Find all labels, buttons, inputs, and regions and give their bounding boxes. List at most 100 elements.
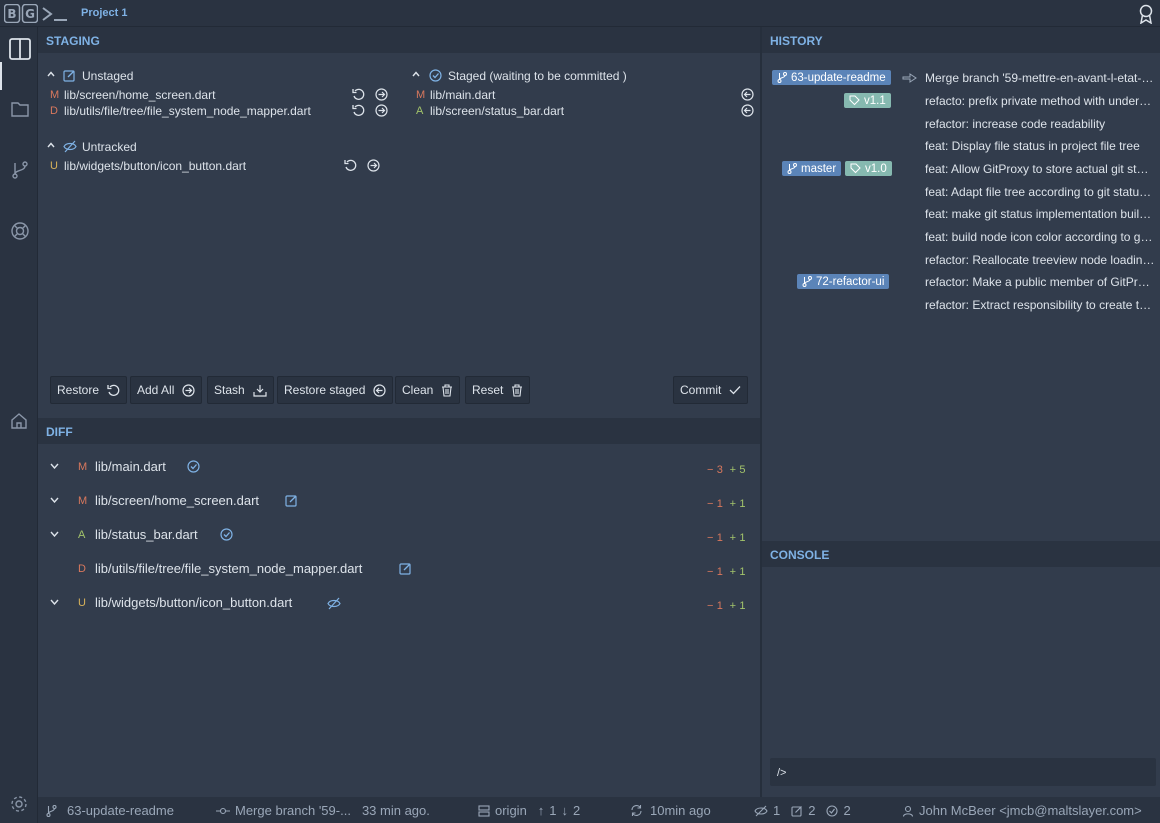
- minus-sign: −: [707, 498, 714, 510]
- chevron-down-icon[interactable]: [50, 463, 59, 469]
- git-branch-icon: [802, 276, 812, 287]
- chevron-down-icon[interactable]: [50, 599, 59, 605]
- discard-icon[interactable]: [344, 159, 357, 172]
- diff-file-path[interactable]: lib/main.dart: [95, 459, 166, 474]
- status-user[interactable]: John McBeer <jmcb@maltslayer.com>: [902, 803, 1142, 818]
- branch-chip[interactable]: master: [782, 161, 842, 176]
- collapse-staged-icon[interactable]: [412, 71, 420, 77]
- commit-button[interactable]: Commit: [673, 376, 749, 404]
- discard-icon[interactable]: [352, 104, 365, 117]
- diff-file-path[interactable]: lib/widgets/button/icon_button.dart: [95, 595, 292, 610]
- unstaged-file[interactable]: lib/screen/home_screen.dart: [64, 88, 215, 102]
- lines-removed: 1: [716, 532, 723, 544]
- check-circle-icon: [826, 804, 839, 817]
- reset-button[interactable]: Reset: [465, 376, 531, 404]
- stage-file-icon[interactable]: [367, 159, 380, 172]
- chevron-down-icon[interactable]: [50, 497, 59, 503]
- discard-icon[interactable]: [352, 88, 365, 101]
- staging-view-icon[interactable]: [9, 38, 31, 60]
- untracked-file[interactable]: lib/widgets/button/icon_button.dart: [64, 159, 246, 173]
- edit-icon: [791, 805, 803, 817]
- stage-file-icon[interactable]: [375, 88, 388, 101]
- status-behind: 2: [573, 803, 581, 818]
- commit-message[interactable]: refactor: increase code readability: [925, 117, 1155, 131]
- plus-sign: +: [729, 532, 737, 544]
- minus-sign: −: [707, 464, 714, 476]
- lifebuoy-icon[interactable]: [10, 221, 30, 241]
- commit-message[interactable]: refactor: Extract responsibility to crea…: [925, 298, 1155, 312]
- status-modified-count: 2: [808, 803, 816, 818]
- git-branch-icon[interactable]: [11, 161, 29, 179]
- commit-message[interactable]: Merge branch '59-mettre-en-avant-l-etat-…: [925, 71, 1155, 85]
- status-branch[interactable]: 63-update-readme: [46, 803, 174, 818]
- unstaged-file[interactable]: lib/utils/file/tree/file_system_node_map…: [64, 104, 311, 118]
- diff-file-path[interactable]: lib/screen/home_screen.dart: [95, 493, 259, 508]
- plus-sign: +: [729, 600, 737, 612]
- collapse-unstaged-icon[interactable]: [47, 71, 55, 77]
- panel-divider[interactable]: [760, 27, 762, 797]
- lines-added: 1: [739, 566, 746, 578]
- restore-button[interactable]: Restore: [50, 376, 128, 404]
- status-last-commit[interactable]: Merge branch '59-... 33 min ago.: [216, 803, 430, 818]
- award-icon[interactable]: [1137, 4, 1155, 24]
- diff-stats: − 1 + 1: [707, 598, 745, 612]
- status-ahead: 1: [549, 803, 557, 818]
- status-untracked-count: 1: [773, 803, 781, 818]
- collapse-untracked-icon[interactable]: [47, 142, 55, 148]
- branch-chip[interactable]: 72-refactor-ui: [797, 274, 890, 289]
- project-title: Project 1: [81, 7, 128, 19]
- status-fetch[interactable]: 10min ago: [630, 803, 711, 818]
- active-indicator: [0, 62, 2, 90]
- plus-sign: +: [729, 566, 737, 578]
- eye-off-icon: [754, 805, 768, 816]
- status-remote[interactable]: origin ↑ 1 ↓ 2: [478, 803, 580, 818]
- check-circle-icon: [429, 69, 442, 82]
- unstage-file-icon[interactable]: [741, 88, 754, 101]
- commit-message[interactable]: refactor: Make a public member of GitPro…: [925, 275, 1155, 289]
- lines-added: 1: [739, 532, 746, 544]
- history-header: HISTORY: [762, 27, 1160, 53]
- commit-message[interactable]: refacto: prefix private method with unde…: [925, 94, 1155, 108]
- staged-file[interactable]: lib/screen/status_bar.dart: [430, 104, 564, 118]
- staged-file[interactable]: lib/main.dart: [430, 88, 495, 102]
- commit-message[interactable]: feat: Display file status in project fil…: [925, 139, 1155, 153]
- restore-staged-label: Restore staged: [284, 383, 366, 397]
- restore-staged-button[interactable]: Restore staged: [277, 376, 394, 404]
- status-fetch-time: 10min ago: [650, 803, 711, 818]
- arrow-up-icon: ↑: [537, 803, 545, 818]
- commit-message[interactable]: feat: Adapt file tree according to git s…: [925, 185, 1155, 199]
- branch-name: master: [801, 162, 837, 175]
- tag-chip[interactable]: v1.0: [845, 161, 892, 176]
- diff-stats: − 3 + 5: [707, 462, 745, 476]
- commit-message[interactable]: feat: build node icon color according to…: [925, 230, 1155, 244]
- commit-message[interactable]: feat: Allow GitProxy to store actual git…: [925, 162, 1155, 176]
- status-letter: U: [78, 597, 86, 609]
- tag-chip[interactable]: v1.1: [844, 93, 891, 108]
- clean-button[interactable]: Clean: [395, 376, 461, 404]
- status-letter: M: [78, 461, 88, 473]
- terminal-icon[interactable]: [41, 6, 69, 22]
- status-last-commit-message: Merge branch '59-...: [235, 803, 351, 818]
- git-branch-icon: [777, 72, 787, 83]
- branch-chip[interactable]: 63-update-readme: [772, 70, 891, 85]
- chevron-down-icon[interactable]: [50, 531, 59, 537]
- settings-gear-icon[interactable]: [10, 795, 28, 813]
- add-all-button[interactable]: Add All: [130, 376, 203, 404]
- stage-file-icon[interactable]: [375, 104, 388, 117]
- folder-icon[interactable]: [11, 101, 29, 117]
- restore-icon: [107, 384, 120, 397]
- commit-message[interactable]: refactor: Reallocate treeview node loadi…: [925, 253, 1155, 267]
- status-letter: A: [78, 529, 86, 541]
- console-input[interactable]: />: [770, 758, 1156, 786]
- home-icon[interactable]: [10, 412, 28, 430]
- branch-name: 72-refactor-ui: [816, 275, 885, 288]
- arrow-down-icon: ↓: [561, 803, 569, 818]
- diff-header: DIFF: [38, 418, 760, 444]
- diff-file-path[interactable]: lib/status_bar.dart: [95, 527, 198, 542]
- commit-message[interactable]: feat: make git status implementation bui…: [925, 207, 1155, 221]
- stash-button[interactable]: Stash: [207, 376, 274, 404]
- diff-file-path[interactable]: lib/utils/file/tree/file_system_node_map…: [95, 561, 362, 576]
- minus-sign: −: [707, 600, 714, 612]
- unstage-file-icon[interactable]: [741, 104, 754, 117]
- status-counts: 1 2 2: [754, 803, 851, 818]
